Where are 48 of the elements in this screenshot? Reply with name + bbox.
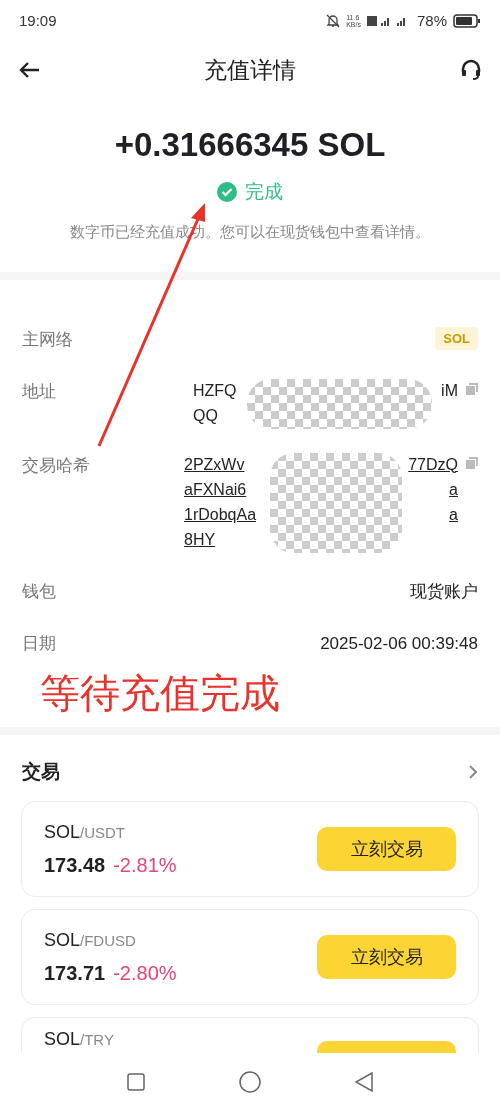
- pair-card[interactable]: SOL/USDT 173.48 -2.81% 立刻交易: [21, 801, 479, 897]
- page-title: 充值详情: [204, 55, 296, 85]
- hash-link[interactable]: 77DzQ: [408, 452, 458, 478]
- deposit-amount: +0.31666345 SOL: [114, 125, 386, 166]
- headset-icon[interactable]: [460, 59, 482, 82]
- pair-base: SOL: [44, 820, 81, 844]
- pair-quote: /USDT: [80, 822, 126, 843]
- hash-link[interactable]: 1rDobqAa: [184, 502, 257, 528]
- back-icon[interactable]: [355, 1072, 373, 1092]
- pair-change: -2.80%: [113, 960, 177, 986]
- network-badge: SOL: [435, 326, 478, 351]
- address-text: QQ: [193, 405, 218, 426]
- pair-change: -2.81%: [113, 852, 177, 878]
- pair-base: SOL: [44, 1028, 81, 1051]
- trade-now-button[interactable]: 立刻交易: [317, 935, 456, 979]
- hash-link[interactable]: aFXNai6: [184, 477, 247, 503]
- annotation-text: 等待充值完成: [40, 670, 280, 715]
- hash-link[interactable]: a: [449, 502, 458, 528]
- detail-label: 日期: [22, 632, 56, 655]
- chevron-right-icon[interactable]: [468, 765, 478, 779]
- status-text: 完成: [245, 179, 283, 204]
- detail-value: 2025-02-06 00:39:48: [320, 632, 478, 655]
- home-icon[interactable]: [239, 1071, 261, 1093]
- pair-card[interactable]: SOL/FDUSD 173.71 -2.80% 立刻交易: [21, 909, 479, 1005]
- detail-label: 地址: [22, 380, 56, 403]
- pair-price: 173.71: [44, 960, 106, 986]
- battery-percent: 78%: [416, 10, 447, 31]
- trade-now-button[interactable]: 立刻交易: [317, 827, 456, 871]
- detail-label: 钱包: [22, 580, 56, 603]
- hash-link[interactable]: a: [449, 477, 458, 503]
- recent-apps-icon[interactable]: [127, 1073, 145, 1091]
- hash-link[interactable]: 8HY: [184, 527, 216, 553]
- muted-bell-icon: [326, 13, 341, 28]
- battery-icon: [453, 13, 481, 28]
- pair-price: 173.48: [44, 852, 106, 878]
- hash-link[interactable]: 2PZxWv: [184, 452, 245, 478]
- check-circle-icon: [217, 182, 237, 203]
- detail-label: 主网络: [22, 328, 73, 351]
- address-text: HZFQ: [193, 380, 237, 401]
- back-arrow-icon[interactable]: [18, 61, 40, 80]
- pair-base: SOL: [44, 928, 81, 952]
- detail-label: 交易哈希: [22, 454, 90, 477]
- address-text: iM: [441, 380, 458, 401]
- pair-quote: /FDUSD: [80, 930, 136, 951]
- status-time: 19:09: [19, 10, 57, 31]
- pair-quote: /TRY: [80, 1030, 114, 1050]
- section-title: 交易: [22, 759, 60, 784]
- detail-value: 现货账户: [410, 580, 478, 603]
